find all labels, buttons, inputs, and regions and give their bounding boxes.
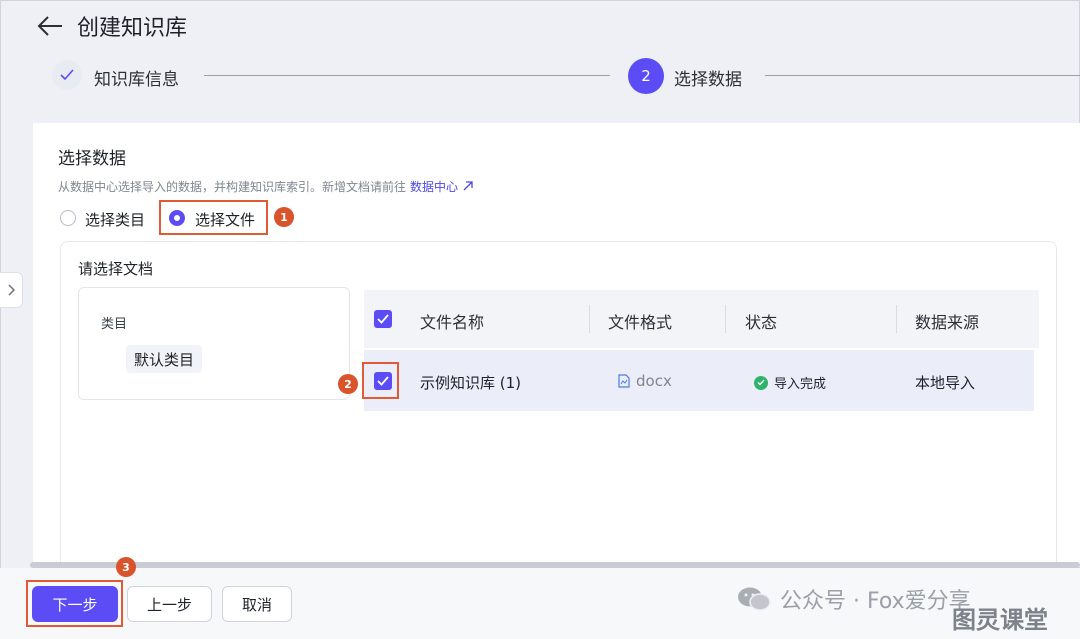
step-connector	[204, 75, 610, 76]
watermark-brand: 图灵课堂	[952, 606, 1048, 634]
watermark-text: 公众号 · Fox爱分享	[780, 589, 971, 614]
annotation-highlight-box	[159, 200, 268, 235]
section-description: 从数据中心选择导入的数据，并构建知识库索引。新增文档请前往 数据中心	[58, 178, 474, 195]
step-1-label: 知识库信息	[94, 70, 179, 90]
annotation-marker: 2	[338, 374, 358, 394]
annotation-highlight-box	[362, 362, 399, 399]
previous-step-button[interactable]: 上一步	[127, 586, 212, 622]
step-connector	[765, 75, 1080, 76]
step-done-check-icon	[52, 60, 82, 90]
column-header-format[interactable]: 文件格式	[608, 309, 672, 333]
page-title: 创建知识库	[77, 16, 188, 41]
back-arrow-icon[interactable]	[36, 14, 64, 38]
panel-title: 请选择文档	[78, 260, 154, 278]
column-header-source[interactable]: 数据来源	[915, 309, 979, 333]
external-link-icon[interactable]	[462, 180, 474, 192]
watermark: 公众号 · Fox爱分享	[736, 583, 971, 615]
wechat-icon	[738, 587, 771, 611]
annotation-marker: 1	[274, 207, 294, 227]
chevron-right-icon	[8, 284, 15, 296]
cancel-button[interactable]: 取消	[222, 586, 292, 622]
section-title: 选择数据	[58, 149, 126, 169]
row-status-label: 导入完成	[774, 377, 827, 392]
description-text: 从数据中心选择导入的数据，并构建知识库索引。新增文档请前往	[58, 180, 407, 194]
column-header-status[interactable]: 状态	[745, 309, 777, 333]
data-center-link[interactable]: 数据中心	[410, 180, 458, 194]
column-divider	[725, 305, 726, 333]
step-2-number: 2	[628, 58, 664, 94]
step-2-label: 选择数据	[674, 70, 742, 90]
row-file-format-label: docx	[636, 372, 672, 390]
check-icon	[377, 314, 389, 324]
success-check-icon	[754, 375, 768, 390]
select-all-checkbox[interactable]	[374, 310, 392, 328]
category-header: 类目	[101, 317, 128, 332]
annotation-highlight-box	[26, 580, 123, 627]
row-data-source: 本地导入	[915, 374, 976, 392]
column-divider	[589, 305, 590, 333]
sidebar-expand-button[interactable]	[0, 272, 23, 308]
radio-select-category-label[interactable]: 选择类目	[85, 209, 145, 230]
row-file-format: docx	[618, 372, 672, 390]
annotation-marker: 3	[116, 557, 136, 577]
category-tree	[78, 287, 350, 400]
row-file-name: 示例知识库 (1)	[420, 374, 522, 392]
document-file-icon	[618, 374, 630, 388]
row-status: 导入完成	[754, 373, 826, 392]
radio-select-category[interactable]	[60, 210, 76, 226]
category-item-default[interactable]: 默认类目	[126, 345, 202, 373]
column-divider	[896, 305, 897, 333]
column-header-name[interactable]: 文件名称	[420, 309, 484, 333]
